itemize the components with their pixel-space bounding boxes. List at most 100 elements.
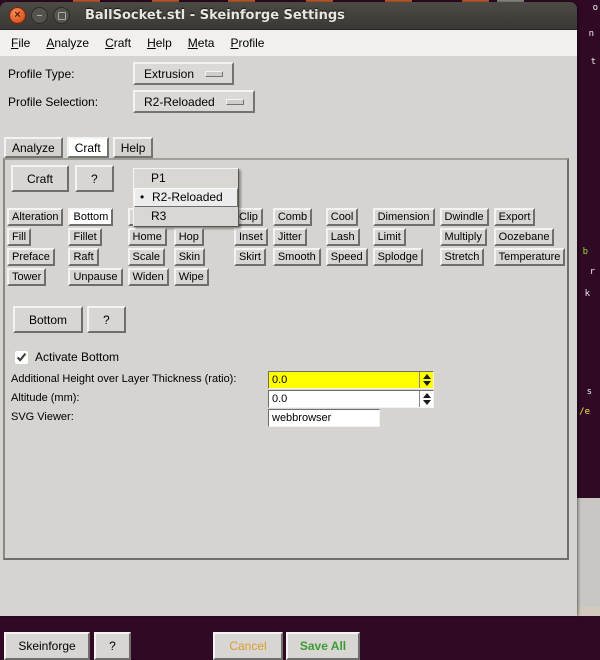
menu-item-analyze[interactable]: Analyze: [38, 32, 97, 54]
activate-bottom-row: Activate Bottom: [15, 350, 119, 364]
minimize-icon: –: [37, 11, 43, 21]
terminal-text-fragment: o: [593, 4, 598, 13]
craft-title-button[interactable]: Craft: [11, 165, 69, 192]
craft-plugin-button-tower[interactable]: Tower: [7, 268, 46, 286]
profile-type-value: Extrusion: [144, 67, 194, 81]
notebook-tabs: Analyze Craft Help: [4, 137, 153, 158]
menu-item-craft[interactable]: Craft: [97, 32, 139, 54]
craft-plugin-grid: Alteration Bottom Carve Chamber Clip Com…: [7, 208, 565, 286]
menu-item-profile[interactable]: Profile: [222, 32, 272, 54]
svg-viewer-input[interactable]: [269, 410, 379, 426]
spinner-control: [419, 391, 433, 407]
craft-help-button[interactable]: ?: [75, 165, 114, 192]
craft-plugin-button-limit[interactable]: Limit: [373, 228, 406, 246]
terminal-text-fragment: t: [591, 58, 596, 67]
save-all-button[interactable]: Save All: [286, 632, 360, 660]
spin-down-icon[interactable]: [423, 381, 431, 386]
tab-help[interactable]: Help: [113, 137, 154, 158]
craft-plugin-button-inset[interactable]: Inset: [234, 228, 268, 246]
terminal-text-fragment: /e: [579, 408, 590, 417]
craft-plugin-button-dimension[interactable]: Dimension: [373, 208, 435, 226]
bottom-help-button[interactable]: ?: [87, 306, 126, 333]
terminal-text-fragment: r: [590, 268, 595, 277]
option-menu-indicator-icon: [205, 71, 223, 77]
option-menu-indicator-icon: [226, 99, 244, 105]
menu-item-help[interactable]: Help: [139, 32, 180, 54]
close-icon: ×: [14, 10, 20, 21]
craft-plugin-button-dwindle[interactable]: Dwindle: [440, 208, 489, 226]
craft-plugin-button-cool[interactable]: Cool: [326, 208, 359, 226]
spinner-control: [419, 372, 433, 388]
profile-selection-dropdown[interactable]: R2-Reloaded: [133, 90, 255, 113]
menu-option-label: R3: [151, 209, 166, 223]
activate-bottom-label: Activate Bottom: [35, 350, 119, 364]
craft-plugin-button-jitter[interactable]: Jitter: [273, 228, 307, 246]
craft-tab-frame: Craft ? Alteration Bottom Carve Chamber …: [3, 158, 569, 560]
close-button[interactable]: ×: [9, 7, 26, 24]
craft-plugin-button-smooth[interactable]: Smooth: [273, 248, 321, 266]
craft-plugin-button-unpause[interactable]: Unpause: [68, 268, 122, 286]
craft-plugin-button-raft[interactable]: Raft: [68, 248, 98, 266]
skeinforge-settings-window: × – BallSocket.stl - Skeinforge Settings…: [0, 2, 577, 616]
activate-bottom-checkbox[interactable]: [15, 351, 28, 364]
craft-plugin-button-splodge[interactable]: Splodge: [373, 248, 423, 266]
additional-height-input[interactable]: [269, 372, 419, 388]
terminal-text-fragment: s: [587, 388, 592, 397]
minimize-button[interactable]: –: [31, 7, 48, 24]
profile-type-label: Profile Type:: [8, 67, 74, 81]
menu-option-r2-reloaded[interactable]: • R2-Reloaded: [134, 188, 238, 207]
craft-plugin-button-preface[interactable]: Preface: [7, 248, 55, 266]
craft-plugin-button-alteration[interactable]: Alteration: [7, 208, 63, 226]
terminal-text-fragment: k: [585, 290, 590, 299]
craft-plugin-button-hop[interactable]: Hop: [174, 228, 204, 246]
footer-help-button[interactable]: ?: [94, 632, 131, 660]
craft-plugin-button-lash[interactable]: Lash: [326, 228, 360, 246]
craft-plugin-button-comb[interactable]: Comb: [273, 208, 312, 226]
menu-option-r3[interactable]: • R3: [134, 207, 238, 226]
window-body: Profile Type: Extrusion Profile Selectio…: [0, 56, 577, 616]
altitude-spinbox: [268, 390, 434, 408]
menu-item-meta[interactable]: Meta: [180, 32, 223, 54]
craft-plugin-button-temperature[interactable]: Temperature: [494, 248, 566, 266]
menu-option-p1[interactable]: • P1: [134, 169, 238, 188]
tab-analyze[interactable]: Analyze: [4, 137, 63, 158]
craft-plugin-button-fillet[interactable]: Fillet: [68, 228, 101, 246]
craft-plugin-button-home[interactable]: Home: [128, 228, 167, 246]
maximize-button[interactable]: [53, 7, 70, 24]
titlebar[interactable]: × – BallSocket.stl - Skeinforge Settings: [0, 2, 577, 30]
cancel-button[interactable]: Cancel: [213, 632, 283, 660]
menu-option-label: P1: [151, 171, 166, 185]
profile-type-dropdown[interactable]: Extrusion: [133, 62, 234, 85]
craft-plugin-button-oozebane[interactable]: Oozebane: [494, 228, 555, 246]
craft-plugin-button-widen[interactable]: Widen: [128, 268, 169, 286]
profile-selection-value: R2-Reloaded: [144, 95, 215, 109]
tab-craft[interactable]: Craft: [67, 137, 109, 158]
svg-viewer-entry: [268, 409, 380, 427]
altitude-input[interactable]: [269, 391, 419, 407]
spin-up-icon[interactable]: [423, 393, 431, 398]
additional-height-label: Additional Height over Layer Thickness (…: [11, 373, 236, 385]
window-title: BallSocket.stl - Skeinforge Settings: [85, 8, 345, 23]
menu-item-file[interactable]: File: [3, 32, 38, 54]
craft-plugin-button-scale[interactable]: Scale: [128, 248, 166, 266]
additional-height-spinbox: [268, 371, 434, 389]
menubar: File Analyze Craft Help Meta Profile: [0, 30, 577, 57]
skeinforge-button[interactable]: Skeinforge: [4, 632, 90, 660]
craft-plugin-button-fill[interactable]: Fill: [7, 228, 31, 246]
craft-plugin-button-export[interactable]: Export: [494, 208, 536, 226]
selected-bullet-icon: •: [140, 189, 144, 206]
spin-up-icon[interactable]: [423, 374, 431, 379]
bottom-title-button[interactable]: Bottom: [13, 306, 83, 333]
menu-option-label: R2-Reloaded: [152, 190, 223, 204]
craft-plugin-button-wipe[interactable]: Wipe: [174, 268, 209, 286]
craft-plugin-button-bottom[interactable]: Bottom: [68, 208, 113, 226]
craft-plugin-button-speed[interactable]: Speed: [326, 248, 368, 266]
craft-plugin-button-skin[interactable]: Skin: [174, 248, 205, 266]
spin-down-icon[interactable]: [423, 400, 431, 405]
profile-selection-menu: • P1 • R2-Reloaded • R3: [133, 168, 239, 227]
altitude-label: Altitude (mm):: [11, 392, 79, 404]
craft-plugin-button-skirt[interactable]: Skirt: [234, 248, 266, 266]
svg-viewer-label: SVG Viewer:: [11, 411, 74, 423]
craft-plugin-button-stretch[interactable]: Stretch: [440, 248, 485, 266]
craft-plugin-button-multiply[interactable]: Multiply: [440, 228, 487, 246]
